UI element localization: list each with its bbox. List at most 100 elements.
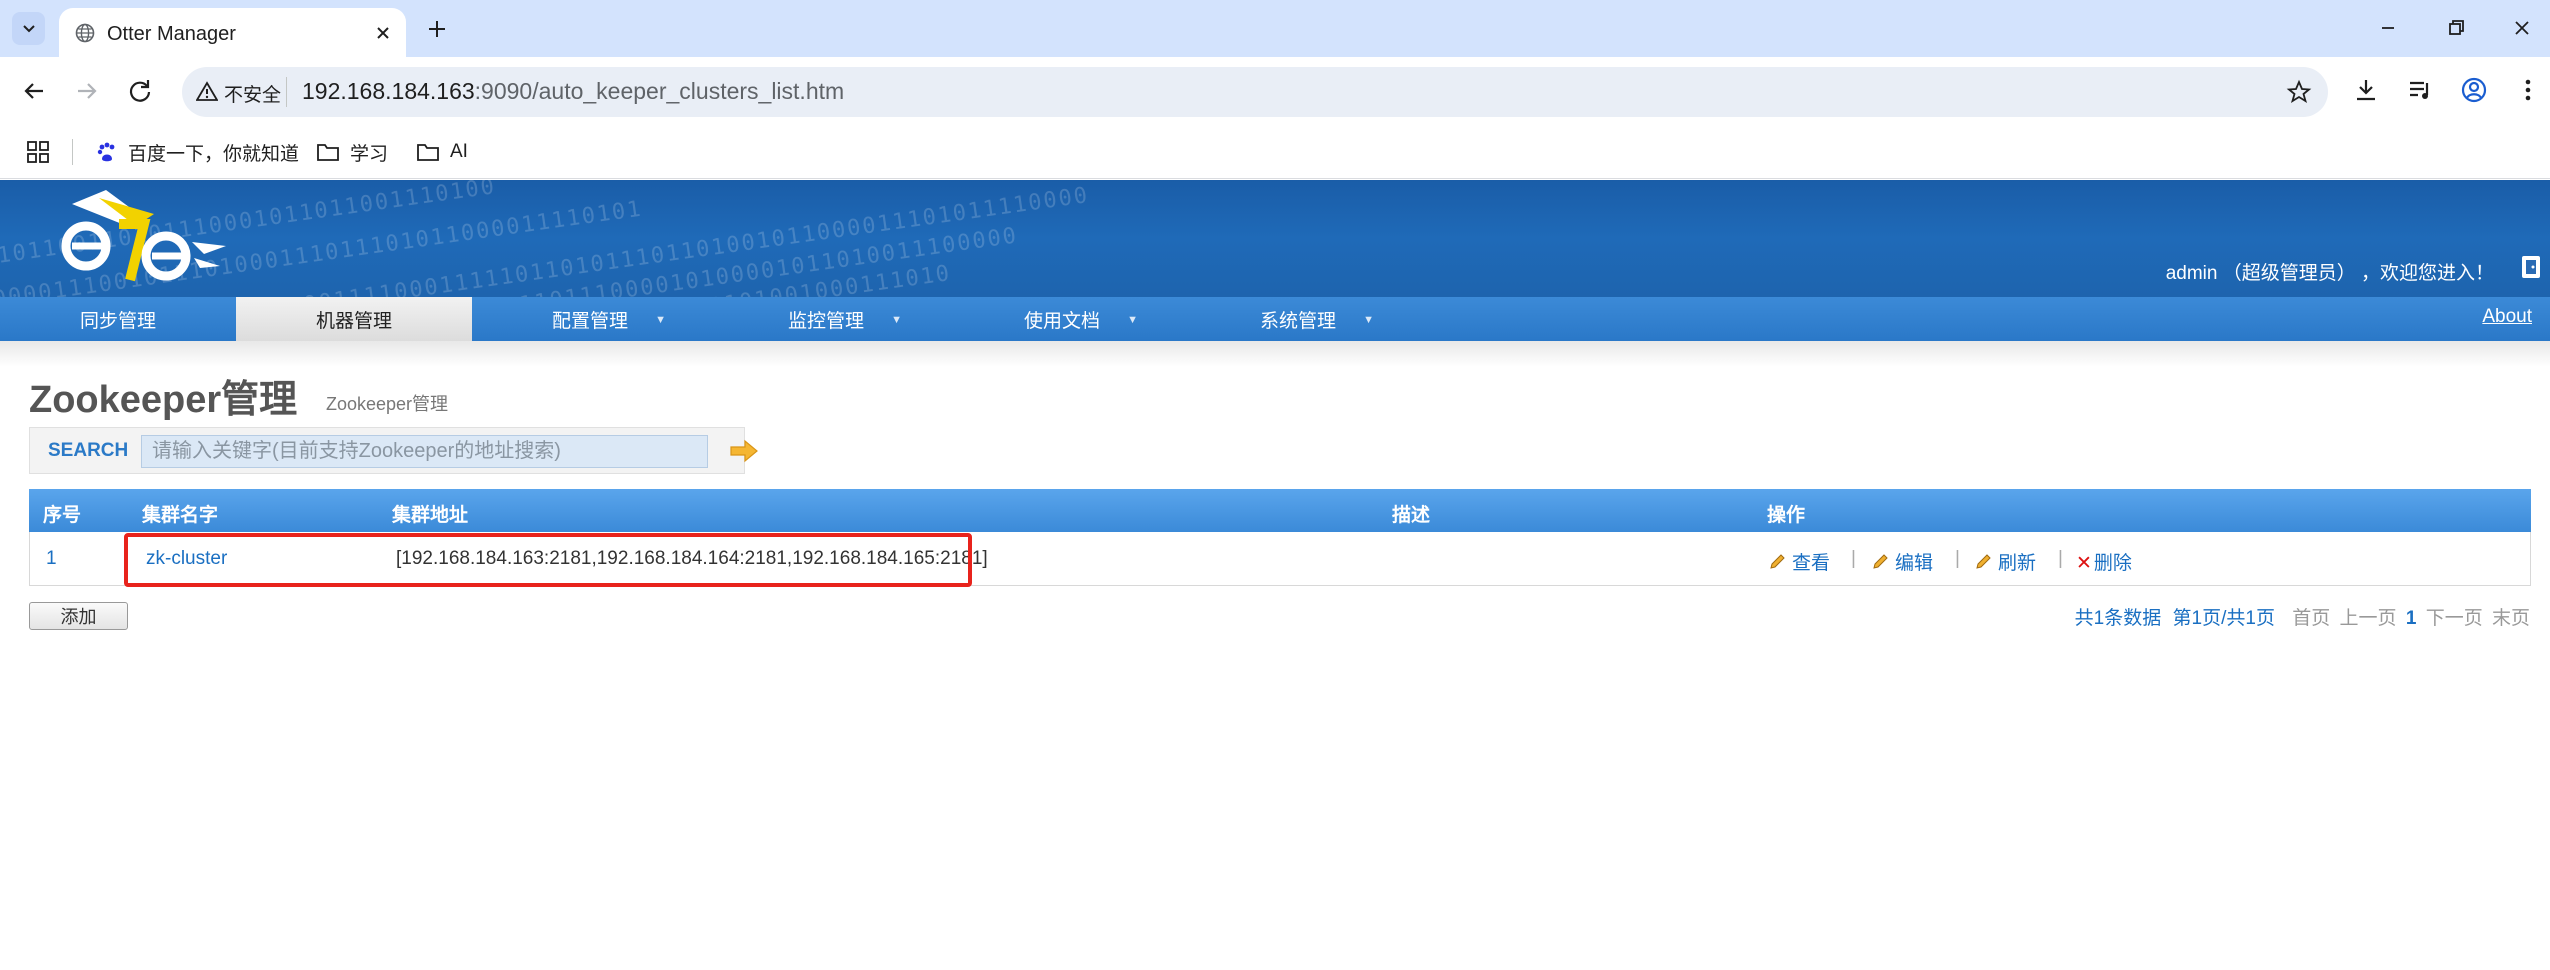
nav-user-docs[interactable]: 使用文档 ▼ [944,297,1180,341]
caret-down-icon: ▼ [891,314,902,326]
edit-action[interactable]: 编辑 [1871,548,1933,575]
about-link[interactable]: About [2482,306,2532,328]
header-banner: 0101100110101110001011011001110100 00001… [0,180,2550,297]
nav-monitor-management[interactable]: 监控管理 ▼ [708,297,944,341]
minimize-icon[interactable] [2374,14,2402,42]
col-cluster-address: 集群地址 [392,505,469,526]
more-menu-icon[interactable] [2512,74,2544,106]
col-cluster-name: 集群名字 [142,505,219,526]
search-panel: SEARCH [29,427,758,474]
bookmark-label: 学习 [350,143,389,165]
col-actions: 操作 [1767,505,1806,526]
action-separator: | [1955,548,1960,569]
url-text[interactable]: 192.168.184.163:9090/auto_keeper_cluster… [302,78,844,105]
search-label: SEARCH [48,440,129,461]
insecure-label: 不安全 [224,85,282,106]
reload-icon[interactable] [124,75,156,107]
nav-label: 机器管理 [315,310,392,332]
logout-icon[interactable] [2520,254,2542,280]
folder-icon [317,144,339,161]
first-page-link[interactable]: 首页 [2292,608,2330,629]
bookmark-star-icon[interactable] [2286,79,2312,105]
main-nav: 同步管理 机器管理 配置管理 ▼ 监控管理 ▼ 使用文档 ▼ 系统管理 ▼ About [0,297,2550,341]
current-page[interactable]: 1 [2406,608,2417,629]
page-subtitle: Zookeeper管理 [326,394,449,414]
view-action[interactable]: 查看 [1768,548,1830,575]
nav-label: 系统管理 [1259,310,1336,332]
record-count: 共1条数据 [2074,608,2162,629]
otter-logo[interactable] [44,184,234,296]
address-bar[interactable]: 不安全 192.168.184.163:9090/auto_keeper_clu… [182,67,2328,117]
table-header: 序号 集群名字 集群地址 描述 操作 [29,489,2531,532]
pencil-icon [1770,554,1785,569]
folder-icon [417,144,439,161]
browser-tabstrip: Otter Manager [0,0,2550,57]
download-icon[interactable] [2350,74,2382,106]
col-index: 序号 [43,505,82,526]
highlight-box [124,533,972,587]
bookmark-label: 百度一下，你就知道 [128,143,300,165]
nav-label: 配置管理 [551,310,628,332]
chevron-down-icon [22,24,35,32]
forward-arrow-icon[interactable] [71,75,103,107]
bookmark-folder-ai[interactable]: AI [416,137,468,167]
restore-icon[interactable] [2442,14,2470,42]
profile-avatar-icon[interactable] [2458,74,2490,106]
row-index: 1 [46,548,57,569]
window-close-icon[interactable] [2508,14,2536,42]
action-label: 刷新 [1998,553,2037,574]
caret-down-icon: ▼ [1363,314,1374,326]
col-description: 描述 [1392,505,1431,526]
media-queue-icon[interactable] [2404,74,2436,106]
action-separator: | [1851,548,1856,569]
back-arrow-icon[interactable] [18,75,50,107]
bookmarks-divider [72,139,73,165]
baidu-paw-icon [97,142,115,162]
search-arrow-icon[interactable] [729,439,759,463]
browser-toolbar: 不安全 192.168.184.163:9090/auto_keeper_clu… [0,57,2550,127]
pencil-icon [1873,554,1888,569]
pencil-icon [1976,554,1991,569]
action-label: 查看 [1792,553,1831,574]
action-label: 编辑 [1895,553,1934,574]
browser-tab[interactable]: Otter Manager [59,8,406,57]
tab-search-button[interactable] [12,12,45,45]
action-label: 删除 [2093,553,2132,574]
tab-title: Otter Manager [107,23,236,45]
refresh-action[interactable]: 刷新 [1974,548,2036,575]
bookmark-label: AI [450,141,468,162]
delete-action[interactable]: ✕ 删除 [2076,548,2132,575]
nav-label: 使用文档 [1023,310,1100,332]
caret-down-icon: ▼ [1127,314,1138,326]
close-icon[interactable] [371,21,395,45]
delete-x-icon: ✕ [2076,553,2092,574]
prev-page-link[interactable]: 上一页 [2340,608,2397,629]
globe-icon [75,23,95,43]
bookmark-baidu[interactable]: 百度一下，你就知道 [96,137,299,167]
new-tab-icon[interactable] [422,14,452,44]
address-divider [286,77,287,107]
action-separator: | [2058,548,2063,569]
bookmarks-bar: 百度一下，你就知道 学习 AI [0,127,2550,179]
add-button[interactable]: 添加 [29,602,128,630]
nav-config-management[interactable]: 配置管理 ▼ [472,297,708,341]
nav-sync-management[interactable]: 同步管理 [0,297,236,341]
nav-shadow [0,341,2550,367]
warning-icon [196,81,218,101]
nav-label: 同步管理 [79,310,156,332]
nav-label: 监控管理 [787,310,864,332]
nav-system-management[interactable]: 系统管理 ▼ [1180,297,1416,341]
url-path: :9090/auto_keeper_clusters_list.htm [474,78,845,104]
search-input[interactable] [141,435,708,468]
bookmark-folder-study[interactable]: 学习 [316,137,388,167]
url-host: 192.168.184.163 [302,78,475,104]
last-page-link[interactable]: 末页 [2492,608,2530,629]
pagination: 共1条数据 第1页/共1页 首页 上一页 1 下一页 末页 [2075,603,2530,630]
page-info: 第1页/共1页 [2172,608,2275,629]
nav-machine-management[interactable]: 机器管理 [236,297,472,341]
next-page-link[interactable]: 下一页 [2426,608,2483,629]
apps-grid-icon[interactable] [26,140,50,164]
caret-down-icon: ▼ [655,314,666,326]
page-title: Zookeeper管理 [29,379,298,421]
welcome-text: admin （超级管理员） ，欢迎您进入！ [2165,263,2494,284]
